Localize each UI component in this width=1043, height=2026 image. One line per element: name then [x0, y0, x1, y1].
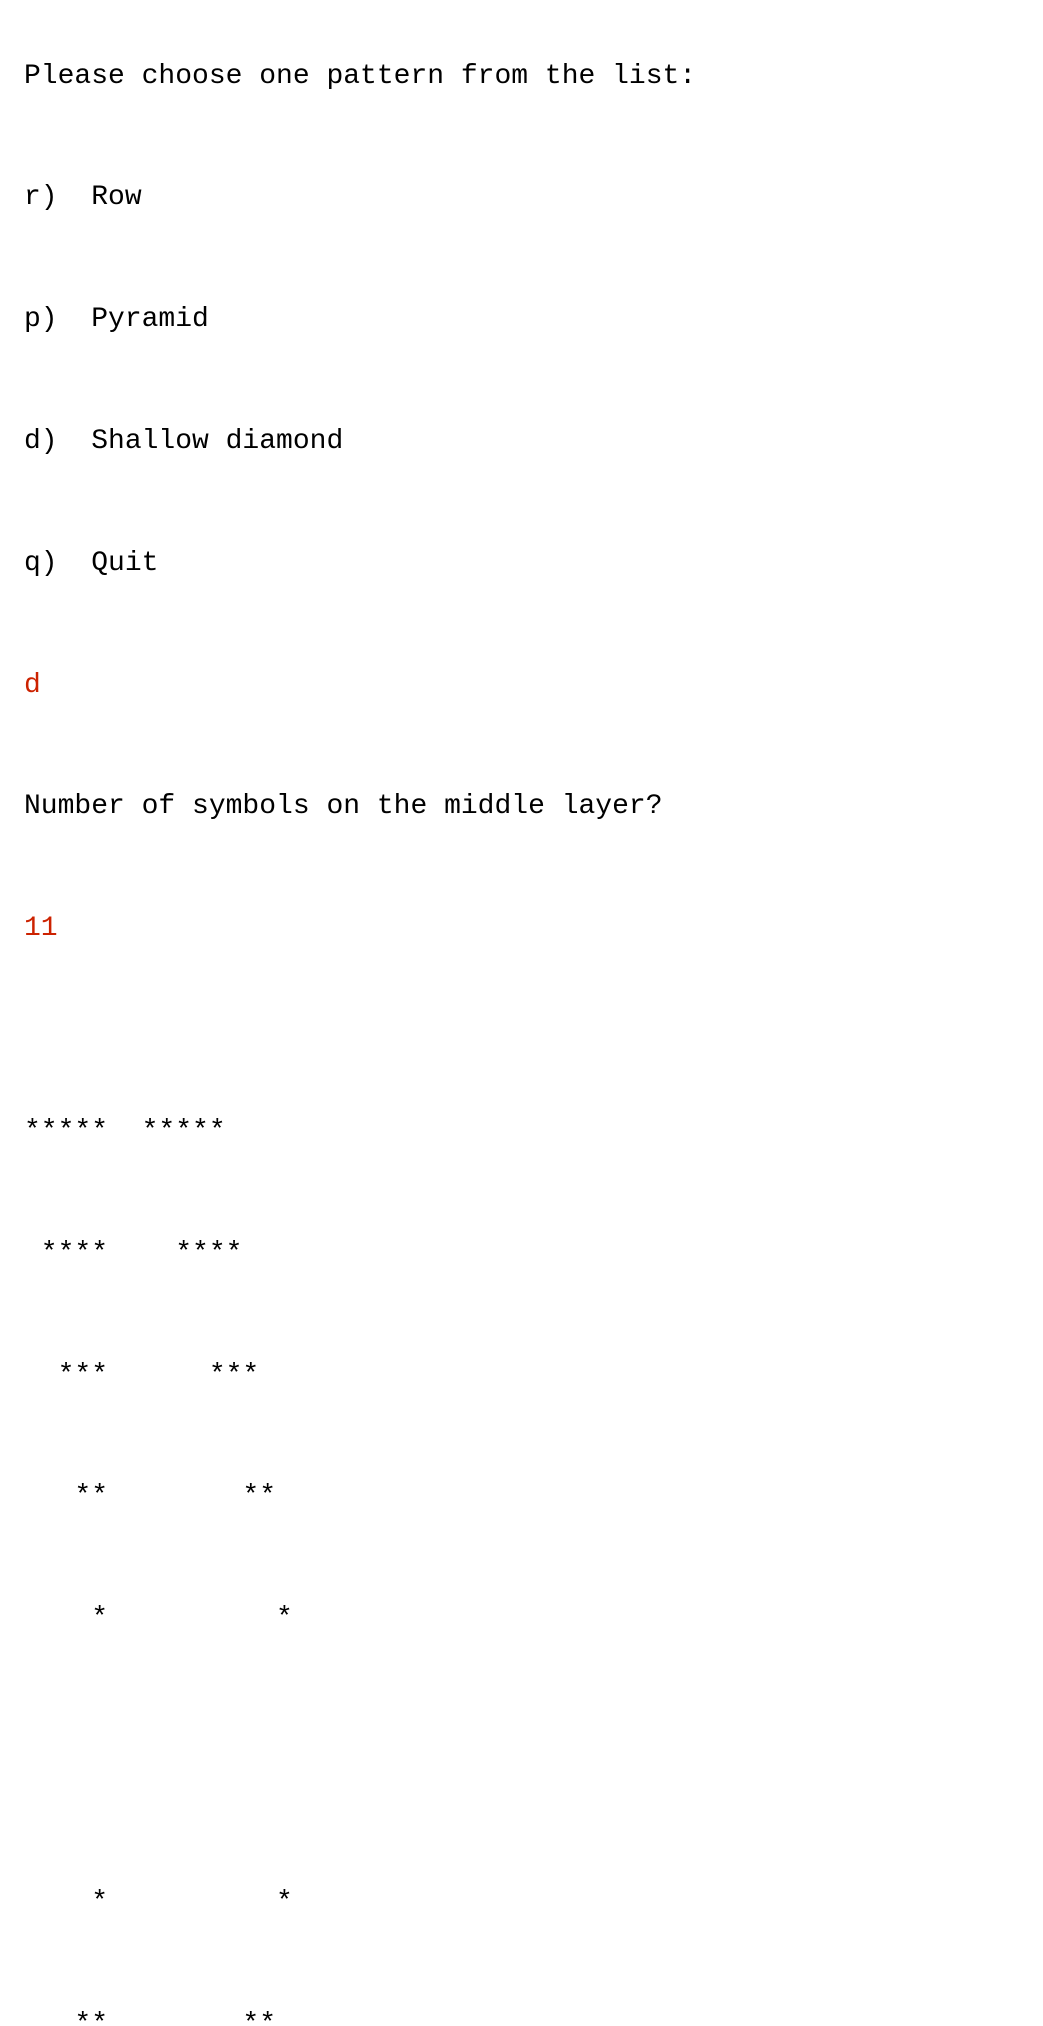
- user-number: 11: [24, 913, 58, 944]
- pattern-row-1: ***** *****: [24, 1116, 226, 1147]
- prompt-line: Please choose one pattern from the list:: [24, 61, 696, 92]
- pattern-row-3: *** ***: [24, 1360, 259, 1391]
- option-p: p) Pyramid: [24, 304, 209, 335]
- pattern-row-4: ** **: [24, 1481, 276, 1512]
- pattern-row-5: * *: [24, 1603, 293, 1634]
- pattern-row-6: * *: [24, 1887, 293, 1918]
- user-choice: d: [24, 670, 41, 701]
- option-d: d) Shallow diamond: [24, 426, 343, 457]
- pattern-row-7: ** **: [24, 2009, 276, 2026]
- option-r: r) Row: [24, 182, 142, 213]
- option-q: q) Quit: [24, 548, 158, 579]
- middle-layer-prompt: Number of symbols on the middle layer?: [24, 791, 663, 822]
- pattern-row-2: **** ****: [24, 1238, 242, 1269]
- terminal-window: Please choose one pattern from the list:…: [24, 16, 1019, 2026]
